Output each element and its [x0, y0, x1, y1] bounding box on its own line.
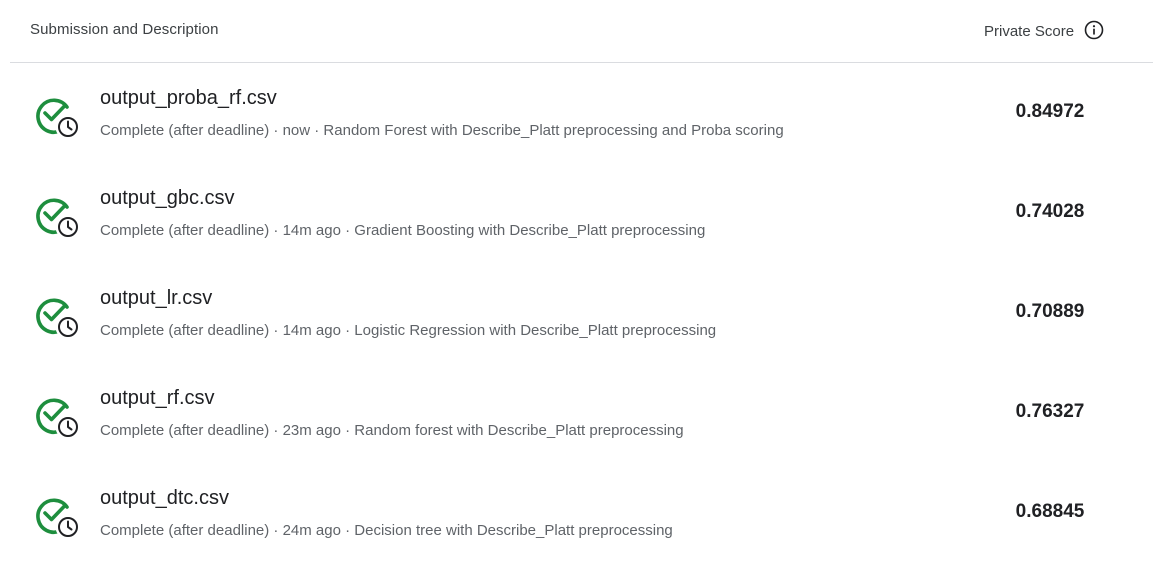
private-score-value: 0.68845 — [1015, 501, 1085, 522]
submission-description: Complete (after deadline) · 14m ago · Lo… — [100, 322, 717, 339]
submission-description: Complete (after deadline) · 23m ago · Ra… — [100, 422, 684, 439]
submission-description-header: Submission and Description — [30, 21, 219, 38]
submission-row: output_dtc.csv Complete (after deadline)… — [0, 463, 1153, 563]
submission-file-name[interactable]: output_proba_rf.csv — [100, 87, 277, 110]
check-clock-icon — [33, 493, 83, 543]
submission-file-name[interactable]: output_rf.csv — [100, 387, 215, 410]
private-score-header: Private Score — [984, 20, 1104, 41]
private-score-label: Private Score — [984, 22, 1075, 40]
check-clock-icon — [33, 293, 83, 343]
submission-row: output_proba_rf.csv Complete (after dead… — [0, 63, 1153, 163]
private-score-value: 0.76327 — [1015, 401, 1085, 422]
check-clock-icon — [33, 93, 83, 143]
info-icon[interactable] — [1084, 20, 1104, 40]
table-header: Submission and Description Private Score — [10, 0, 1153, 63]
private-score-value: 0.84972 — [1015, 101, 1085, 122]
submission-file-name[interactable]: output_dtc.csv — [100, 487, 229, 510]
submission-row: output_gbc.csv Complete (after deadline)… — [0, 163, 1153, 263]
submission-file-name[interactable]: output_lr.csv — [100, 287, 212, 310]
private-score-value: 0.70889 — [1015, 301, 1085, 322]
check-clock-icon — [33, 393, 83, 443]
submission-description: Complete (after deadline) · 24m ago · De… — [100, 522, 673, 539]
submission-file-name[interactable]: output_gbc.csv — [100, 187, 235, 210]
check-clock-icon — [33, 193, 83, 243]
submission-row: output_lr.csv Complete (after deadline) … — [0, 263, 1153, 363]
private-score-value: 0.74028 — [1015, 201, 1085, 222]
submission-row: output_rf.csv Complete (after deadline) … — [0, 363, 1153, 463]
submission-description: Complete (after deadline) · now · Random… — [100, 122, 784, 139]
submission-description: Complete (after deadline) · 14m ago · Gr… — [100, 222, 706, 239]
